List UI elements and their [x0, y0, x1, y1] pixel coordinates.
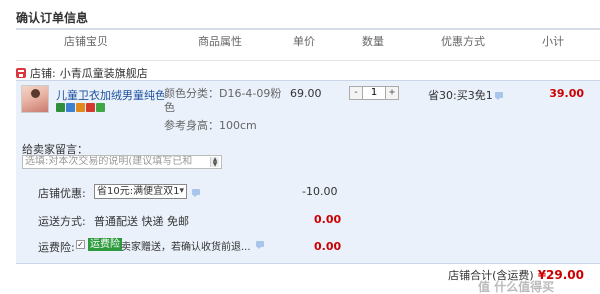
shop-discount-select[interactable]: 省10元:满便宜双1 [94, 184, 187, 199]
column-header-promotion: 优惠方式 [441, 35, 485, 48]
service-badge-icon [86, 103, 95, 112]
product-title-link[interactable]: 儿童卫衣加绒男童纯色... [56, 87, 164, 103]
item-subtotal: 39.00 [549, 87, 584, 100]
shipping-method: 普通配送 快递 免邮 [94, 215, 189, 228]
shop-discount-label: 店铺优惠: [38, 187, 86, 200]
seller-message-placeholder: 选填:对本次交易的说明(建议填写已和 [25, 156, 193, 167]
shop-icon [16, 68, 26, 78]
shop-discount-value: -10.00 [302, 185, 338, 198]
total-divider [16, 263, 600, 264]
column-header-unit-price: 单价 [293, 35, 315, 48]
order-options-panel: 给卖家留言： 选填:对本次交易的说明(建议填写已和 ▲ ▼ 店铺优惠: 省10元:… [16, 137, 600, 263]
column-header-shop-item: 店铺宝贝 [64, 35, 108, 48]
column-header-quantity: 数量 [362, 35, 384, 48]
insurance-description: 卖家赠送，若确认收货前退... [121, 242, 251, 253]
column-headers: 店铺宝贝 商品属性 单价 数量 优惠方式 小计 [16, 33, 600, 49]
message-scroll-icon[interactable]: ▲ ▼ [210, 157, 219, 168]
shipping-value: 0.00 [314, 213, 342, 226]
promotion-text: 省30:买3免1 [428, 89, 493, 102]
quantity-increase-button[interactable]: + [386, 87, 398, 99]
shipping-label: 运送方式: [38, 215, 86, 228]
chat-icon[interactable] [494, 92, 503, 100]
chat-icon[interactable] [256, 241, 264, 249]
seller-message-input[interactable]: 选填:对本次交易的说明(建议填写已和 ▲ ▼ [22, 155, 222, 169]
insurance-badge: 运费险 [88, 238, 122, 251]
sku-color: 颜色分类：D16-4-09粉色 [164, 87, 282, 114]
insurance-value: 0.00 [314, 240, 342, 253]
title-divider [16, 28, 600, 30]
column-header-attributes: 商品属性 [198, 35, 242, 48]
unit-price: 69.00 [290, 87, 322, 100]
quantity-stepper: - 1 + [349, 86, 399, 100]
shop-discount-selected: 省10元:满便宜双1 [97, 186, 180, 197]
insurance-checkbox[interactable]: ✓ [76, 240, 85, 249]
page-title: 确认订单信息 [16, 11, 89, 25]
quantity-input[interactable]: 1 [362, 87, 386, 99]
promotion: 省30:买3免1 [428, 87, 503, 103]
service-badges [56, 103, 105, 112]
service-badge-icon [66, 103, 75, 112]
shop-divider [16, 60, 600, 61]
shop-row: 店铺: 小青瓜童装旗舰店 [16, 66, 148, 80]
service-badge-icon [76, 103, 85, 112]
insurance-label: 运费险: [38, 241, 75, 254]
shop-name-link[interactable]: 小青瓜童装旗舰店 [60, 65, 148, 81]
chat-icon[interactable] [192, 189, 200, 197]
shop-prefix: 店铺: [30, 67, 56, 80]
service-badge-icon [56, 103, 65, 112]
watermark: 值 什么值得买 [478, 280, 555, 294]
quantity-decrease-button[interactable]: - [350, 87, 362, 99]
sku-height: 参考身高：100cm [164, 119, 257, 132]
service-badge-icon [96, 103, 105, 112]
product-thumbnail[interactable] [21, 85, 49, 113]
column-header-subtotal: 小计 [542, 35, 564, 48]
order-item-row: 儿童卫衣加绒男童纯色... 颜色分类：D16-4-09粉色 参考身高：100cm… [16, 80, 600, 137]
